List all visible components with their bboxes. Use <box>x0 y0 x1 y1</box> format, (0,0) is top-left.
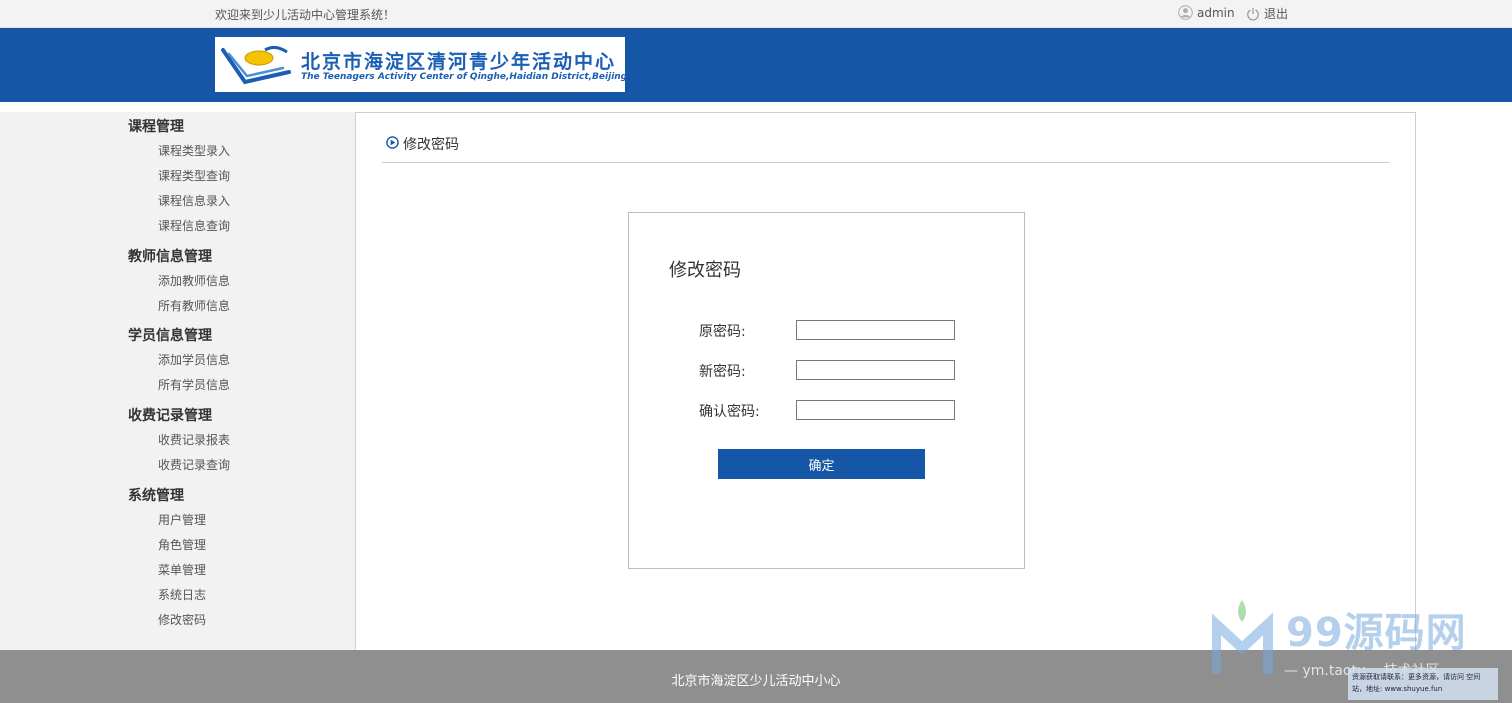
old-password-input[interactable] <box>796 320 955 340</box>
confirm-password-input[interactable] <box>796 400 955 420</box>
sidebar-item-add-teacher[interactable]: 添加教师信息 <box>158 272 230 289</box>
logo-title-en: The Teenagers Activity Center of Qinghe,… <box>301 72 628 82</box>
sidebar-item-course-type-entry[interactable]: 课程类型录入 <box>158 142 230 159</box>
form-title: 修改密码 <box>669 260 741 281</box>
sidebar-item-user-management[interactable]: 用户管理 <box>158 511 206 528</box>
sidebar-group-fees[interactable]: 收费记录管理 <box>128 405 212 425</box>
sidebar-item-change-password[interactable]: 修改密码 <box>158 611 206 628</box>
current-user[interactable]: admin <box>1178 5 1235 20</box>
breadcrumb-label: 修改密码 <box>403 137 459 153</box>
sidebar-item-fee-report[interactable]: 收费记录报表 <box>158 431 230 448</box>
sidebar-item-course-type-query[interactable]: 课程类型查询 <box>158 167 230 184</box>
sidebar-item-add-student[interactable]: 添加学员信息 <box>158 351 230 368</box>
play-arrow-icon <box>386 135 399 153</box>
top-bar: 欢迎来到少儿活动中心管理系统！ admin 退出 <box>0 0 1512 28</box>
sidebar-group-course[interactable]: 课程管理 <box>128 116 184 136</box>
sidebar-group-system[interactable]: 系统管理 <box>128 485 184 505</box>
power-icon <box>1246 7 1260 21</box>
old-password-label: 原密码: <box>699 324 746 340</box>
footer: 北京市海淀区少儿活动中小心 <box>0 650 1512 703</box>
sidebar-group-student[interactable]: 学员信息管理 <box>128 325 212 345</box>
main-panel: 修改密码 修改密码 原密码: 新密码: 确认密码: 确定 <box>355 112 1416 652</box>
sidebar-nav: 课程管理 课程类型录入 课程类型查询 课程信息录入 课程信息查询 教师信息管理 … <box>0 112 356 650</box>
welcome-text: 欢迎来到少儿活动中心管理系统！ <box>215 8 396 22</box>
sidebar-item-menu-management[interactable]: 菜单管理 <box>158 561 206 578</box>
user-icon <box>1178 5 1193 20</box>
new-password-label: 新密码: <box>699 364 746 380</box>
sidebar-item-all-students[interactable]: 所有学员信息 <box>158 376 230 393</box>
sidebar-item-course-info-entry[interactable]: 课程信息录入 <box>158 192 230 209</box>
logout-link[interactable]: 退出 <box>1246 5 1288 22</box>
sidebar-item-role-management[interactable]: 角色管理 <box>158 536 206 553</box>
confirm-button[interactable]: 确定 <box>718 449 925 479</box>
logout-label: 退出 <box>1264 7 1289 21</box>
confirm-password-label: 确认密码: <box>699 404 760 420</box>
sidebar-item-system-log[interactable]: 系统日志 <box>158 586 206 603</box>
header-banner: 北京市海淀区清河青少年活动中心 The Teenagers Activity C… <box>0 28 1512 102</box>
breadcrumb-divider <box>382 162 1389 163</box>
change-password-form: 修改密码 原密码: 新密码: 确认密码: 确定 <box>628 212 1025 569</box>
sidebar-item-all-teachers[interactable]: 所有教师信息 <box>158 297 230 314</box>
site-logo[interactable]: 北京市海淀区清河青少年活动中心 The Teenagers Activity C… <box>215 37 628 92</box>
username-label: admin <box>1197 5 1235 20</box>
logo-title-cn: 北京市海淀区清河青少年活动中心 <box>301 51 617 73</box>
sidebar-group-teacher[interactable]: 教师信息管理 <box>128 246 212 266</box>
sidebar-item-fee-query[interactable]: 收费记录查询 <box>158 456 230 473</box>
new-password-input[interactable] <box>796 360 955 380</box>
breadcrumb: 修改密码 <box>386 134 459 154</box>
sidebar-item-course-info-query[interactable]: 课程信息查询 <box>158 217 230 234</box>
footer-text: 北京市海淀区少儿活动中小心 <box>671 674 841 689</box>
